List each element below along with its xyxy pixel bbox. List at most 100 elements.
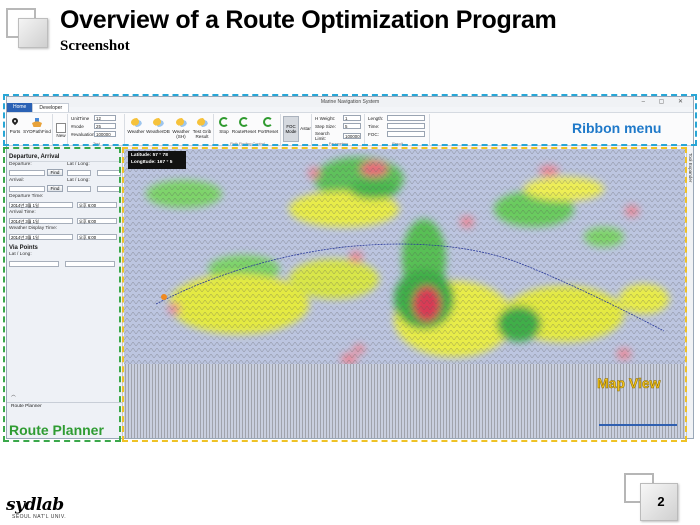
map-pin-icon (10, 116, 20, 126)
unittime-field: UnitTime 12 (71, 115, 116, 121)
arrival-lat-input[interactable] (67, 186, 91, 192)
ribbon-group-parameters: H Weight: 1 Step Size: 5 Search Limit: 1… (313, 114, 365, 146)
weather-sh-button[interactable]: Weather (SH) (172, 117, 190, 139)
group-label-parameters: Parameters (328, 142, 349, 146)
ribbon-group-mode: FOC Mode Astar (282, 114, 312, 146)
step-size-field: Step Size: 5 (315, 123, 361, 129)
arrival-row: Arrival: Lat / Long: (9, 178, 90, 183)
h-weight-field: H Weight: 1 (315, 115, 361, 121)
weather-button[interactable]: Weather (127, 117, 145, 134)
departure-time-inputs: 2014년 3월 1일 오후 6:00 (7, 201, 122, 209)
astar-button[interactable]: Astar (300, 126, 311, 131)
tool-expander-label: Tool Expander (688, 153, 693, 183)
arrival-long-input[interactable] (97, 186, 121, 192)
refresh-arrow-icon (219, 117, 229, 127)
departure-date-picker[interactable]: 2014년 3월 1일 (9, 202, 73, 208)
refresh-arrow-icon (263, 117, 273, 127)
new-document-icon (56, 123, 66, 133)
app-window: Marine Navigation System – ▢ ✕ Home Deve… (6, 96, 694, 439)
departure-inputs: Find (7, 169, 122, 177)
port-reset-button[interactable]: PortReset (257, 117, 279, 134)
window-controls[interactable]: – ▢ ✕ (642, 97, 689, 107)
evaluation-field: #evaluation 100000 (71, 131, 116, 137)
tool-expander[interactable]: Tool Expander (686, 149, 693, 438)
arrival-port-input[interactable] (9, 186, 45, 192)
ribbon-group-test: UnitTime 12 #node 25 #evaluation 100000 … (69, 114, 125, 146)
route-planner-label: Route Planner (9, 422, 104, 438)
weather-date-picker[interactable]: 2014년 3월 1일 (9, 234, 73, 240)
arrival-time-label: Arrival Time: (9, 210, 36, 215)
refresh-arrow-icon (239, 117, 249, 127)
via-point-inputs (7, 260, 122, 268)
tab-developer[interactable]: Developer (32, 103, 70, 112)
departure-row: Departure: Lat / Long: (9, 162, 90, 167)
node-input[interactable]: 25 (94, 123, 116, 129)
weather-map-canvas[interactable] (124, 149, 685, 438)
foc-output (387, 131, 425, 137)
departure-port-input[interactable] (9, 170, 45, 176)
arrival-time-picker[interactable]: 오후 6:00 (77, 218, 117, 224)
weather-icon (152, 118, 164, 127)
new-button[interactable]: New (55, 123, 67, 138)
collapse-chevron-icon[interactable]: ︿ (7, 392, 123, 400)
weather-icon (175, 118, 187, 127)
arrival-inputs: Find (7, 185, 122, 193)
map-view[interactable]: Latitude: 57 ° 78 LongItude: 167 ° 5 (124, 149, 685, 438)
longitude-value: 167 ° 5 (157, 159, 173, 165)
ribbon-group-ports: Ports SYDPathFind (7, 114, 53, 146)
departure-time-picker[interactable]: 오후 6:00 (77, 202, 117, 208)
via-points-header: Via Points (9, 245, 38, 251)
ship-icon (32, 118, 42, 127)
map-view-label: Map View (597, 375, 661, 392)
window-titlebar: Marine Navigation System – ▢ ✕ (7, 97, 693, 107)
departure-arrival-header: Departure, Arrival (9, 154, 60, 160)
departure-find-button[interactable]: Find (47, 169, 63, 176)
via-lat-input[interactable] (9, 261, 59, 267)
slide-subtitle: Screenshot (60, 38, 130, 54)
time-output (387, 123, 425, 129)
ribbon-menu-label: Ribbon menu (572, 120, 662, 136)
arrival-time-inputs: 2014년 3월 1일 오후 6:00 (7, 217, 122, 225)
stop-button[interactable]: Stop (217, 117, 231, 134)
weather-display-time-label: Weather Display Time: (9, 226, 58, 231)
length-output (387, 115, 425, 121)
arrival-date-picker[interactable]: 2014년 3월 1일 (9, 218, 73, 224)
departure-time-label: Departure Time: (9, 194, 44, 199)
ribbon-group-weather: Weather WeatherDB Weather (SH) Test Grib… (126, 114, 214, 146)
departure-lat-input[interactable] (67, 170, 91, 176)
length-field: Length: (368, 115, 425, 121)
group-label-test: Test (93, 142, 100, 146)
weatherdb-button[interactable]: WeatherDB (146, 117, 170, 134)
slide-title: Overview of a Route Optimization Program (60, 6, 557, 34)
departure-long-input[interactable] (97, 170, 121, 176)
ports-button[interactable]: Ports (9, 116, 21, 134)
weather-icon (130, 118, 142, 127)
node-field: #node 25 (71, 123, 116, 129)
test-grib-result-button[interactable]: Test Grib Result (192, 117, 212, 139)
sydpathfind-button[interactable]: SYDPathFind (23, 117, 51, 134)
ribbon-group-new: New (54, 114, 68, 146)
ribbon-group-pathfinding: Stop RouteReset PortReset Path Finding C… (215, 114, 281, 146)
group-label-result: Result (392, 142, 403, 146)
window-title: Marine Navigation System (320, 99, 380, 105)
sydlab-logo-subtext: SEOUL NAT'L UNIV. (12, 514, 67, 520)
unittime-input[interactable]: 12 (94, 115, 116, 121)
search-limit-input[interactable]: 100000 (343, 133, 361, 139)
route-reset-button[interactable]: RouteReset (232, 117, 256, 134)
route-planner-tab[interactable]: Route Planner (7, 402, 123, 410)
arrival-find-button[interactable]: Find (47, 185, 63, 192)
search-limit-field: Search Limit: 100000 (315, 131, 361, 141)
step-size-input[interactable]: 5 (343, 123, 361, 129)
route-planner-tab-label: Route Planner (11, 404, 42, 409)
sydlab-logo: sydlab (6, 495, 64, 515)
foc-mode-button[interactable]: FOC Mode (283, 116, 299, 142)
via-long-input[interactable] (65, 261, 115, 267)
page-number: 2 (657, 494, 665, 509)
time-field: Time: (368, 123, 425, 129)
weather-time-picker[interactable]: 오후 6:00 (77, 234, 117, 240)
weather-display-inputs: 2014년 3월 1일 오후 6:00 (7, 233, 122, 241)
tab-home[interactable]: Home (7, 103, 33, 112)
h-weight-input[interactable]: 1 (343, 115, 361, 121)
latitude-value: 57 ° 78 (152, 153, 168, 158)
evaluation-input[interactable]: 100000 (94, 131, 116, 137)
